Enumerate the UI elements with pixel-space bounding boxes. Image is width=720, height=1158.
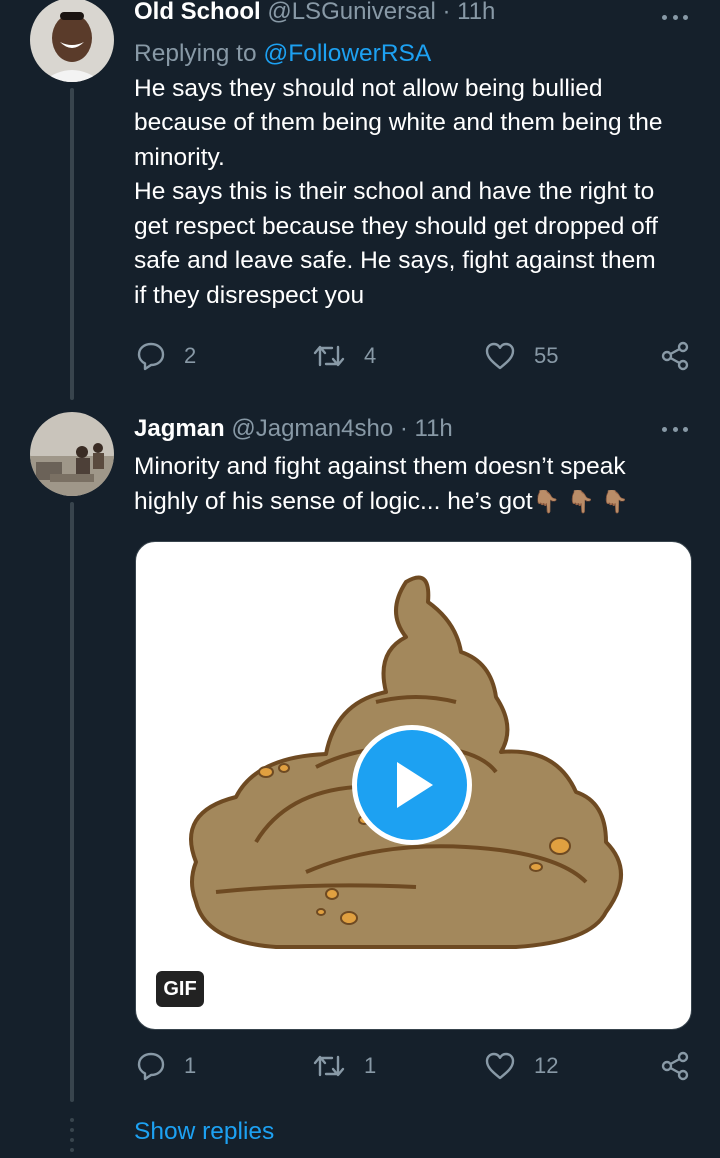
tweet1-text-line: if they disrespect you (134, 281, 365, 309)
tweet1-text-line: get respect because they should get drop… (134, 212, 658, 240)
share-icon (661, 341, 689, 371)
gif-badge: GIF (156, 971, 204, 1007)
tweet1-handle[interactable]: @LSGuniversal (267, 0, 435, 25)
tweet2-like-count: 12 (534, 1053, 559, 1078)
pointing-down-emoji: 👇🏽 👇🏽 👇🏽 (532, 489, 629, 515)
tweet2-time[interactable]: 11h (415, 415, 453, 442)
tweet1-body: Replying to @FollowerRSA He says they sh… (134, 37, 704, 313)
thread-line-bottom (70, 502, 74, 1102)
tweet1-more-icon[interactable] (662, 15, 688, 21)
play-icon (397, 762, 433, 808)
tweet2-text-line-2: highly of his sense of logic... he’s got… (134, 485, 704, 521)
tweet1-separator: · (442, 0, 451, 25)
retweet-icon (313, 1055, 345, 1077)
share-icon (661, 1051, 689, 1081)
tweet2-share-button[interactable] (660, 1051, 690, 1081)
tweet2-display-name[interactable]: Jagman (134, 415, 225, 442)
tweet1-retweet-count: 4 (364, 343, 377, 368)
tweet1-display-name[interactable]: Old School (134, 0, 261, 25)
tweet2-like-button[interactable]: 12 (484, 1051, 558, 1081)
tweet1-header: Old School @LSGuniversal · 11h (134, 0, 495, 24)
retweet-icon (313, 345, 345, 367)
tweet2-handle[interactable]: @Jagman4sho (231, 415, 393, 442)
tweet2-retweet-count: 1 (364, 1053, 377, 1078)
reply-icon (137, 342, 165, 371)
play-button[interactable] (352, 725, 472, 845)
tweet1-text-line: safe and leave safe. He says, fight agai… (134, 247, 656, 274)
avatar-old-school[interactable] (30, 0, 114, 82)
tweet2-text-line: highly of his sense of logic... he’s got (134, 487, 533, 515)
thread-line-top (70, 88, 74, 400)
tweet2-header: Jagman @Jagman4sho · 11h (134, 415, 453, 443)
tweet2-reply-button[interactable]: 1 (136, 1051, 196, 1081)
tweet1-time[interactable]: 11h (457, 0, 495, 25)
tweet1-retweet-button[interactable]: 4 (312, 341, 376, 371)
tweet1-like-count: 55 (534, 343, 559, 368)
heart-icon (485, 342, 515, 370)
tweet2-body: Minority and fight against them doesn’t … (134, 450, 704, 520)
replying-to-line: Replying to @FollowerRSA (134, 37, 704, 72)
tweet1-share-button[interactable] (660, 341, 690, 371)
show-replies-link[interactable]: Show replies (134, 1118, 274, 1146)
replying-to-label: Replying to (134, 40, 264, 67)
heart-icon (485, 1052, 515, 1080)
avatar-jagman[interactable] (30, 412, 114, 496)
tweet1-text-line: He says they should not allow being bull… (134, 74, 603, 102)
tweet1-like-button[interactable]: 55 (484, 341, 558, 371)
tweet2-reply-count: 1 (184, 1053, 197, 1078)
tweet1-text-line: He says this is their school and have th… (134, 178, 655, 205)
tweet2-separator: · (399, 415, 408, 442)
tweet1-text-line: minority. (134, 143, 225, 171)
tweet2-retweet-button[interactable]: 1 (312, 1051, 376, 1081)
tweet1-reply-count: 2 (184, 343, 197, 368)
tweet2-more-icon[interactable] (662, 427, 688, 433)
tweet1-text-line: because of them being white and them bei… (134, 109, 663, 136)
tweet2-text-line: Minority and fight against them doesn’t … (134, 453, 626, 480)
reply-icon (137, 1052, 165, 1081)
replying-to-mention[interactable]: @FollowerRSA (263, 40, 431, 67)
tweet1-reply-button[interactable]: 2 (136, 341, 196, 371)
thread-continuation-dots (70, 1118, 74, 1152)
